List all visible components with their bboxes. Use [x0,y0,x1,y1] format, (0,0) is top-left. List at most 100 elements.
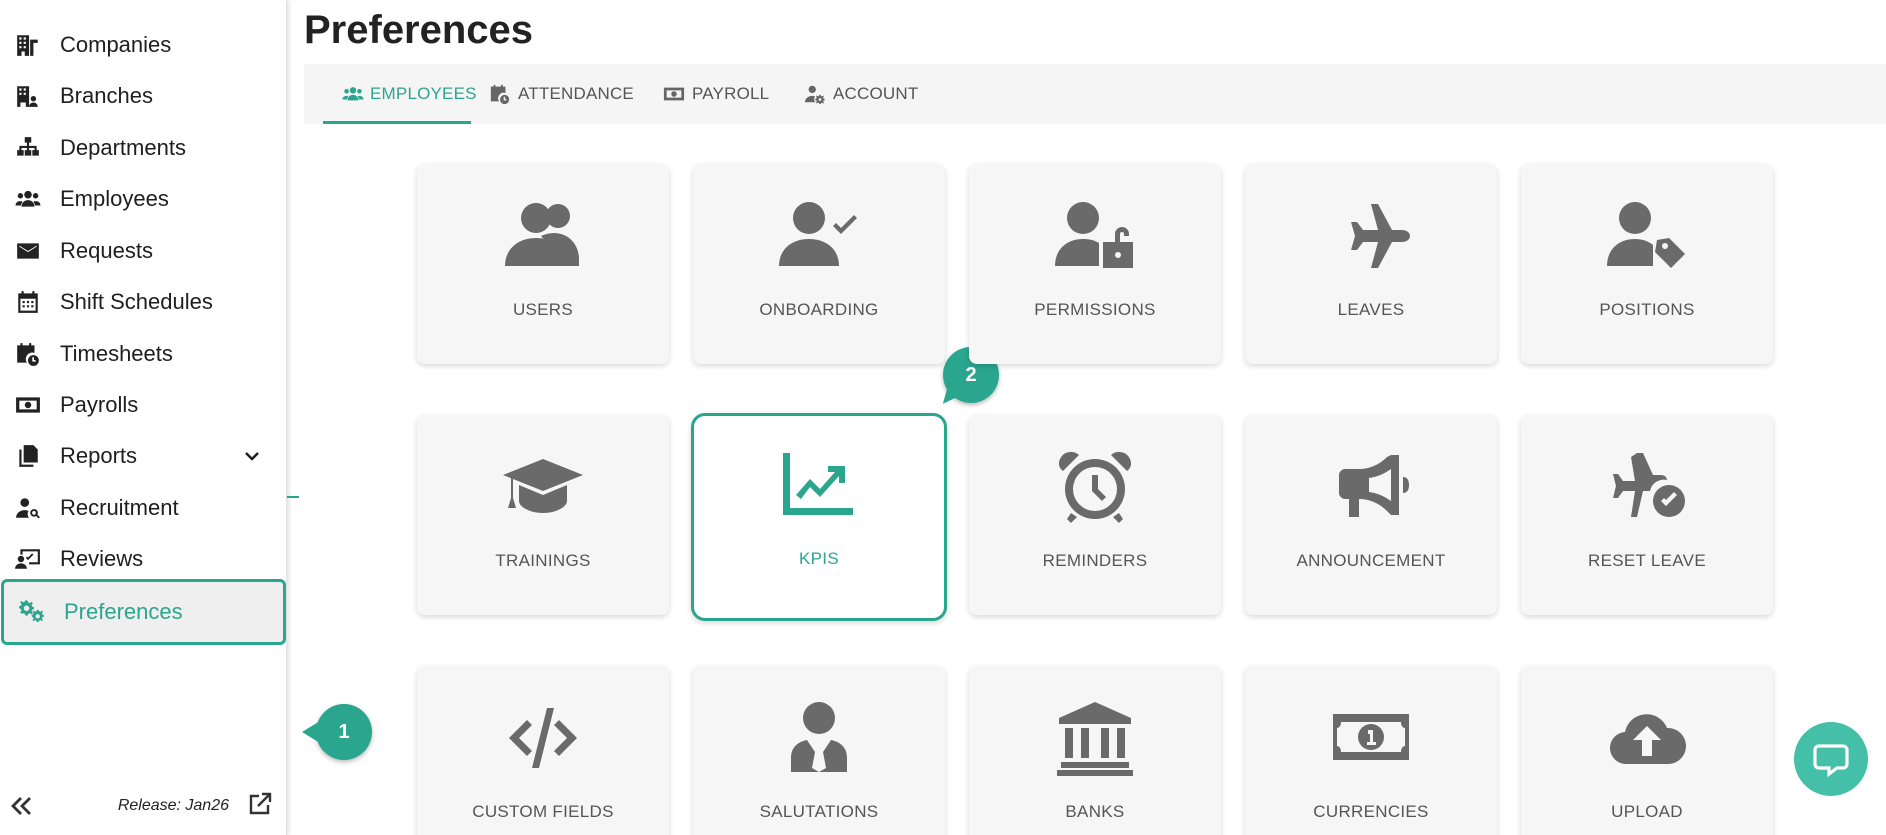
sidebar-item-branches[interactable]: Branches [0,68,287,124]
building-icon [14,31,42,59]
card-label: ANNOUNCEMENT [1296,551,1446,570]
card-upload[interactable]: UPLOAD [1521,666,1773,835]
sidebar-item-employees[interactable]: Employees [0,171,287,227]
card-label: LEAVES [1337,300,1405,319]
card-currencies[interactable]: CURRENCIES [1245,666,1497,835]
sidebar-item-label: Preferences [64,599,183,624]
card-label: ONBOARDING [759,300,879,319]
envelope-icon [14,237,42,265]
sidebar-item-label: Reviews [60,546,144,571]
sidebar-item-label: Reports [60,443,138,468]
callout-number: 1 [338,720,350,743]
users-icon [342,82,364,106]
card-label: BANKS [1065,802,1125,821]
callout-pointer [302,721,320,743]
sidebar-item-companies[interactable]: Companies [0,17,287,73]
sidebar-item-preferences[interactable]: Preferences [1,579,286,645]
review-icon [14,545,42,573]
card-banks[interactable]: BANKS [969,666,1221,835]
user-search-icon [14,494,42,522]
sidebar-item-label: Recruitment [60,495,179,520]
card-positions[interactable]: POSITIONS [1521,164,1773,364]
branch-building-icon [14,82,42,110]
user-tie-icon [779,698,859,778]
card-salutations[interactable]: SALUTATIONS [693,666,945,835]
callout-badge: 1 [302,704,372,760]
plane-check-icon [1607,447,1687,527]
card-label: POSITIONS [1599,300,1695,319]
card-label: SALUTATIONS [759,802,879,821]
chevron-down-icon[interactable] [243,447,261,465]
tab-payroll[interactable]: PAYROLL [662,64,769,124]
page-title: Preferences [304,8,534,52]
card-kpis[interactable]: KPIS [691,413,947,621]
collapse-sidebar-icon[interactable] [6,791,36,821]
card-users[interactable]: USERS [417,164,669,364]
sidebar-item-reports[interactable]: Reports [0,428,287,484]
plane-icon [1331,196,1411,276]
sidebar-item-timesheets[interactable]: Timesheets [0,326,287,382]
card-label: KPIS [799,549,839,568]
chart-line-icon [777,445,857,525]
tab-label: EMPLOYEES [370,84,477,103]
copy-icon [14,442,42,470]
bank-icon [1055,698,1135,778]
money-icon [662,82,686,106]
calendar-clock-icon [488,82,512,106]
card-trainings[interactable]: TRAININGS [417,415,669,615]
tab-bar: EMPLOYEES ATTENDANCE PAYROLL ACCOUNT [304,64,1886,124]
sidebar-item-label: Payrolls [60,392,139,417]
tab-label: ATTENDANCE [518,84,634,103]
card-label: UPLOAD [1611,802,1683,821]
gears-icon [18,598,46,626]
user-lock-icon [1055,196,1135,276]
chat-support-button[interactable] [1794,722,1868,796]
chat-bubble-icon [1812,740,1850,778]
card-reminders[interactable]: REMINDERS [969,415,1221,615]
user-tag-icon [1607,196,1687,276]
tab-label: ACCOUNT [833,84,919,103]
sidebar-item-requests[interactable]: Requests [0,223,287,279]
sidebar-edge-marker [287,496,299,498]
sidebar: Companies Branches Departments Employees… [0,0,287,835]
megaphone-icon [1331,447,1411,527]
tab-account[interactable]: ACCOUNT [803,64,918,124]
tab-employees[interactable]: EMPLOYEES [323,64,476,124]
card-label: REMINDERS [1042,551,1148,570]
callout-pointer [935,380,965,411]
card-onboarding[interactable]: ONBOARDING [693,164,945,364]
card-announcement[interactable]: ANNOUNCEMENT [1245,415,1497,615]
card-reset-leave[interactable]: RESET LEAVE [1521,415,1773,615]
sidebar-item-recruitment[interactable]: Recruitment [0,480,287,536]
card-label: TRAININGS [495,551,591,570]
card-label: CURRENCIES [1313,802,1429,821]
users-icon [503,196,583,276]
card-label: USERS [512,300,574,319]
sitemap-icon [14,134,42,162]
callout-number: 2 [965,363,977,386]
user-check-icon [779,196,859,276]
card-leaves[interactable]: LEAVES [1245,164,1497,364]
tab-label: PAYROLL [692,84,770,103]
sidebar-item-label: Branches [60,83,153,108]
calendar-clock-icon [14,340,42,368]
money-icon [14,391,42,419]
calendar-icon [14,288,42,316]
code-icon [503,698,583,778]
alarm-clock-icon [1055,447,1135,527]
sidebar-item-payrolls[interactable]: Payrolls [0,377,287,433]
sidebar-item-shift-schedules[interactable]: Shift Schedules [0,274,287,330]
tab-attendance[interactable]: ATTENDANCE [488,64,634,124]
graduation-cap-icon [503,447,583,527]
card-permissions[interactable]: PERMISSIONS [969,164,1221,364]
release-label: Release: Jan26 [117,797,229,814]
sidebar-item-label: Requests [60,238,153,263]
sidebar-item-label: Companies [60,32,172,57]
card-custom-fields[interactable]: CUSTOM FIELDS [417,666,669,835]
users-icon [14,185,42,213]
card-label: PERMISSIONS [1034,300,1156,319]
external-link-icon[interactable] [247,791,273,817]
sidebar-item-departments[interactable]: Departments [0,120,287,176]
sidebar-item-label: Timesheets [60,341,173,366]
sidebar-item-label: Employees [60,186,169,211]
